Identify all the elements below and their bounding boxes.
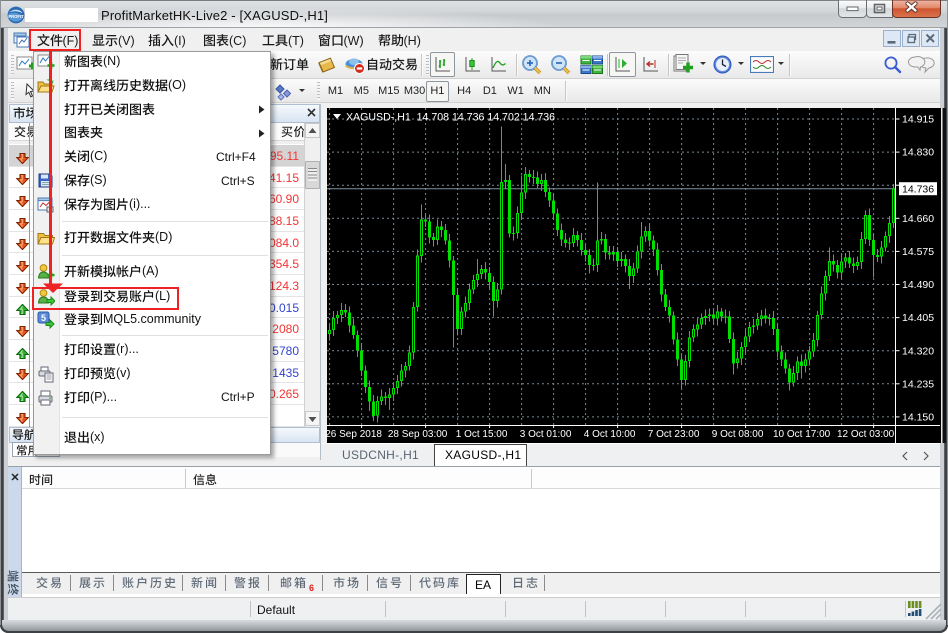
- svg-text:4 Oct 10:00: 4 Oct 10:00: [584, 429, 636, 440]
- svg-text:14.320: 14.320: [902, 345, 934, 357]
- svg-text:10 Oct 17:00: 10 Oct 17:00: [773, 429, 831, 440]
- svg-text:XAGUSD-,H1 14.708 14.736 14.7: XAGUSD-,H1 14.708 14.736 14.702 14.736: [346, 112, 555, 124]
- svg-text:14.490: 14.490: [902, 279, 934, 291]
- svg-text:14.235: 14.235: [902, 378, 934, 390]
- svg-text:12 Oct 03:00: 12 Oct 03:00: [837, 429, 895, 440]
- svg-text:14.150: 14.150: [902, 412, 934, 424]
- svg-text:14.830: 14.830: [902, 147, 934, 159]
- svg-text:7 Oct 23:00: 7 Oct 23:00: [648, 429, 700, 440]
- svg-text:14.915: 14.915: [902, 114, 934, 126]
- svg-text:9 Oct 08:00: 9 Oct 08:00: [712, 429, 764, 440]
- svg-text:26 Sep 2018: 26 Sep 2018: [325, 429, 382, 440]
- svg-text:14.736: 14.736: [902, 184, 934, 196]
- svg-text:14.575: 14.575: [902, 246, 934, 258]
- svg-text:3 Oct 01:00: 3 Oct 01:00: [520, 429, 572, 440]
- svg-text:5: 5: [41, 313, 46, 323]
- svg-text:14.405: 14.405: [902, 312, 934, 324]
- svg-text:14.660: 14.660: [902, 213, 934, 225]
- svg-text:1 Oct 15:00: 1 Oct 15:00: [456, 429, 508, 440]
- svg-text:28 Sep 03:00: 28 Sep 03:00: [388, 429, 448, 440]
